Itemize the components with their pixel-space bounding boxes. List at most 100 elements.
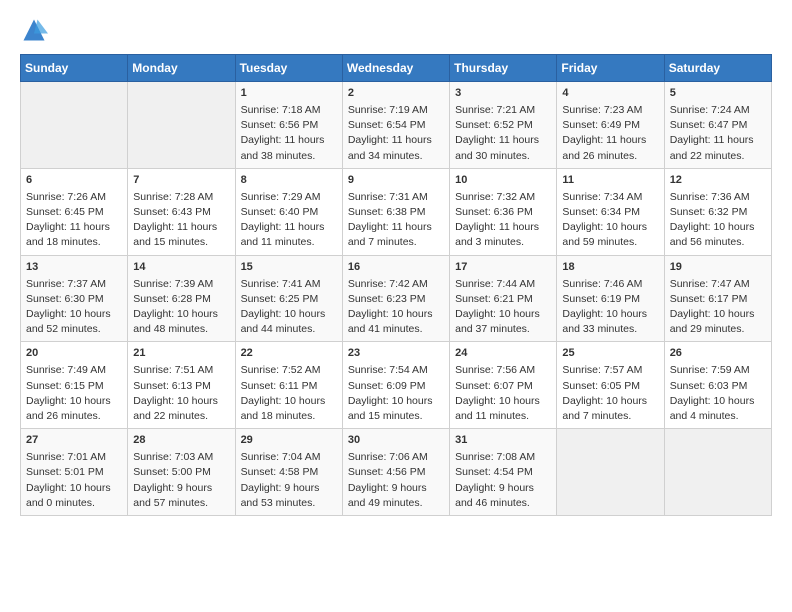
cell-line: Sunrise: 7:32 AM — [455, 190, 551, 205]
cell-line: Daylight: 10 hours — [241, 307, 337, 322]
day-number: 24 — [455, 346, 551, 362]
cell-line: Sunrise: 7:18 AM — [241, 103, 337, 118]
cell-line: and 3 minutes. — [455, 235, 551, 250]
cell-line: Sunset: 5:00 PM — [133, 465, 229, 480]
cell-line: and 18 minutes. — [241, 409, 337, 424]
cell-line: Daylight: 11 hours — [348, 220, 444, 235]
week-row-5: 27Sunrise: 7:01 AMSunset: 5:01 PMDayligh… — [21, 429, 772, 516]
cell-line: Daylight: 11 hours — [455, 133, 551, 148]
calendar-cell: 11Sunrise: 7:34 AMSunset: 6:34 PMDayligh… — [557, 168, 664, 255]
cell-line: Daylight: 9 hours — [133, 481, 229, 496]
cell-line: Sunset: 6:30 PM — [26, 292, 122, 307]
cell-line: Daylight: 10 hours — [26, 394, 122, 409]
day-number: 18 — [562, 260, 658, 276]
calendar-cell: 24Sunrise: 7:56 AMSunset: 6:07 PMDayligh… — [450, 342, 557, 429]
cell-line: Daylight: 10 hours — [670, 394, 766, 409]
day-number: 11 — [562, 173, 658, 189]
cell-line: and 56 minutes. — [670, 235, 766, 250]
cell-line: and 11 minutes. — [241, 235, 337, 250]
day-header-thursday: Thursday — [450, 55, 557, 82]
cell-line: Sunrise: 7:37 AM — [26, 277, 122, 292]
cell-line: Daylight: 10 hours — [562, 394, 658, 409]
cell-line: and 22 minutes. — [670, 149, 766, 164]
cell-line: Sunset: 6:36 PM — [455, 205, 551, 220]
calendar-cell: 5Sunrise: 7:24 AMSunset: 6:47 PMDaylight… — [664, 82, 771, 169]
day-number: 23 — [348, 346, 444, 362]
calendar-header: SundayMondayTuesdayWednesdayThursdayFrid… — [21, 55, 772, 82]
day-number: 7 — [133, 173, 229, 189]
cell-line: Sunrise: 7:06 AM — [348, 450, 444, 465]
cell-line: and 33 minutes. — [562, 322, 658, 337]
cell-line: and 26 minutes. — [562, 149, 658, 164]
cell-line: Sunset: 6:47 PM — [670, 118, 766, 133]
cell-line: Sunset: 6:11 PM — [241, 379, 337, 394]
cell-line: Sunrise: 7:42 AM — [348, 277, 444, 292]
cell-line: Sunrise: 7:52 AM — [241, 363, 337, 378]
calendar-cell: 29Sunrise: 7:04 AMSunset: 4:58 PMDayligh… — [235, 429, 342, 516]
day-number: 15 — [241, 260, 337, 276]
cell-line: Daylight: 10 hours — [348, 394, 444, 409]
cell-line: Daylight: 11 hours — [26, 220, 122, 235]
calendar-cell: 21Sunrise: 7:51 AMSunset: 6:13 PMDayligh… — [128, 342, 235, 429]
day-number: 14 — [133, 260, 229, 276]
cell-line: Sunset: 6:17 PM — [670, 292, 766, 307]
day-number: 26 — [670, 346, 766, 362]
day-number: 17 — [455, 260, 551, 276]
calendar-cell: 6Sunrise: 7:26 AMSunset: 6:45 PMDaylight… — [21, 168, 128, 255]
cell-line: Sunrise: 7:26 AM — [26, 190, 122, 205]
cell-line: Sunset: 6:54 PM — [348, 118, 444, 133]
calendar-cell: 25Sunrise: 7:57 AMSunset: 6:05 PMDayligh… — [557, 342, 664, 429]
day-header-monday: Monday — [128, 55, 235, 82]
calendar-cell: 12Sunrise: 7:36 AMSunset: 6:32 PMDayligh… — [664, 168, 771, 255]
logo — [20, 16, 52, 44]
day-number: 20 — [26, 346, 122, 362]
cell-line: Daylight: 11 hours — [133, 220, 229, 235]
cell-line: Sunrise: 7:41 AM — [241, 277, 337, 292]
cell-line: Sunrise: 7:21 AM — [455, 103, 551, 118]
day-number: 4 — [562, 86, 658, 102]
day-header-sunday: Sunday — [21, 55, 128, 82]
day-number: 31 — [455, 433, 551, 449]
cell-line: and 34 minutes. — [348, 149, 444, 164]
cell-line: Sunset: 6:05 PM — [562, 379, 658, 394]
day-number: 6 — [26, 173, 122, 189]
day-number: 13 — [26, 260, 122, 276]
cell-line: and 52 minutes. — [26, 322, 122, 337]
cell-line: Daylight: 10 hours — [670, 220, 766, 235]
calendar-cell: 28Sunrise: 7:03 AMSunset: 5:00 PMDayligh… — [128, 429, 235, 516]
cell-line: Sunrise: 7:44 AM — [455, 277, 551, 292]
calendar-body: 1Sunrise: 7:18 AMSunset: 6:56 PMDaylight… — [21, 82, 772, 516]
calendar-cell: 26Sunrise: 7:59 AMSunset: 6:03 PMDayligh… — [664, 342, 771, 429]
day-number: 19 — [670, 260, 766, 276]
cell-line: Sunrise: 7:39 AM — [133, 277, 229, 292]
cell-line: Sunset: 6:43 PM — [133, 205, 229, 220]
cell-line: and 37 minutes. — [455, 322, 551, 337]
calendar-cell: 14Sunrise: 7:39 AMSunset: 6:28 PMDayligh… — [128, 255, 235, 342]
calendar-table: SundayMondayTuesdayWednesdayThursdayFrid… — [20, 54, 772, 516]
cell-line: Daylight: 11 hours — [241, 133, 337, 148]
cell-line: and 30 minutes. — [455, 149, 551, 164]
cell-line: Sunset: 6:23 PM — [348, 292, 444, 307]
cell-line: Sunrise: 7:01 AM — [26, 450, 122, 465]
cell-line: Sunrise: 7:34 AM — [562, 190, 658, 205]
calendar-cell: 22Sunrise: 7:52 AMSunset: 6:11 PMDayligh… — [235, 342, 342, 429]
calendar-cell — [21, 82, 128, 169]
calendar-cell: 4Sunrise: 7:23 AMSunset: 6:49 PMDaylight… — [557, 82, 664, 169]
cell-line: and 48 minutes. — [133, 322, 229, 337]
week-row-3: 13Sunrise: 7:37 AMSunset: 6:30 PM Dayligh… — [21, 255, 772, 342]
calendar-cell: 13Sunrise: 7:37 AMSunset: 6:30 PMDayligh… — [21, 255, 128, 342]
calendar-cell: 18Sunrise: 7:46 AMSunset: 6:19 PMDayligh… — [557, 255, 664, 342]
week-row-2: 6Sunrise: 7:26 AMSunset: 6:45 PMDaylight… — [21, 168, 772, 255]
cell-line: Daylight: 10 hours — [562, 307, 658, 322]
cell-line: Sunset: 6:21 PM — [455, 292, 551, 307]
cell-line: Daylight: 11 hours — [241, 220, 337, 235]
cell-line: Sunset: 6:38 PM — [348, 205, 444, 220]
cell-line: Sunset: 6:25 PM — [241, 292, 337, 307]
calendar-cell: 10Sunrise: 7:32 AMSunset: 6:36 PMDayligh… — [450, 168, 557, 255]
header — [20, 16, 772, 44]
cell-line: Sunset: 6:09 PM — [348, 379, 444, 394]
day-number: 3 — [455, 86, 551, 102]
cell-line: and 38 minutes. — [241, 149, 337, 164]
cell-line: Sunset: 6:15 PM — [26, 379, 122, 394]
day-number: 2 — [348, 86, 444, 102]
